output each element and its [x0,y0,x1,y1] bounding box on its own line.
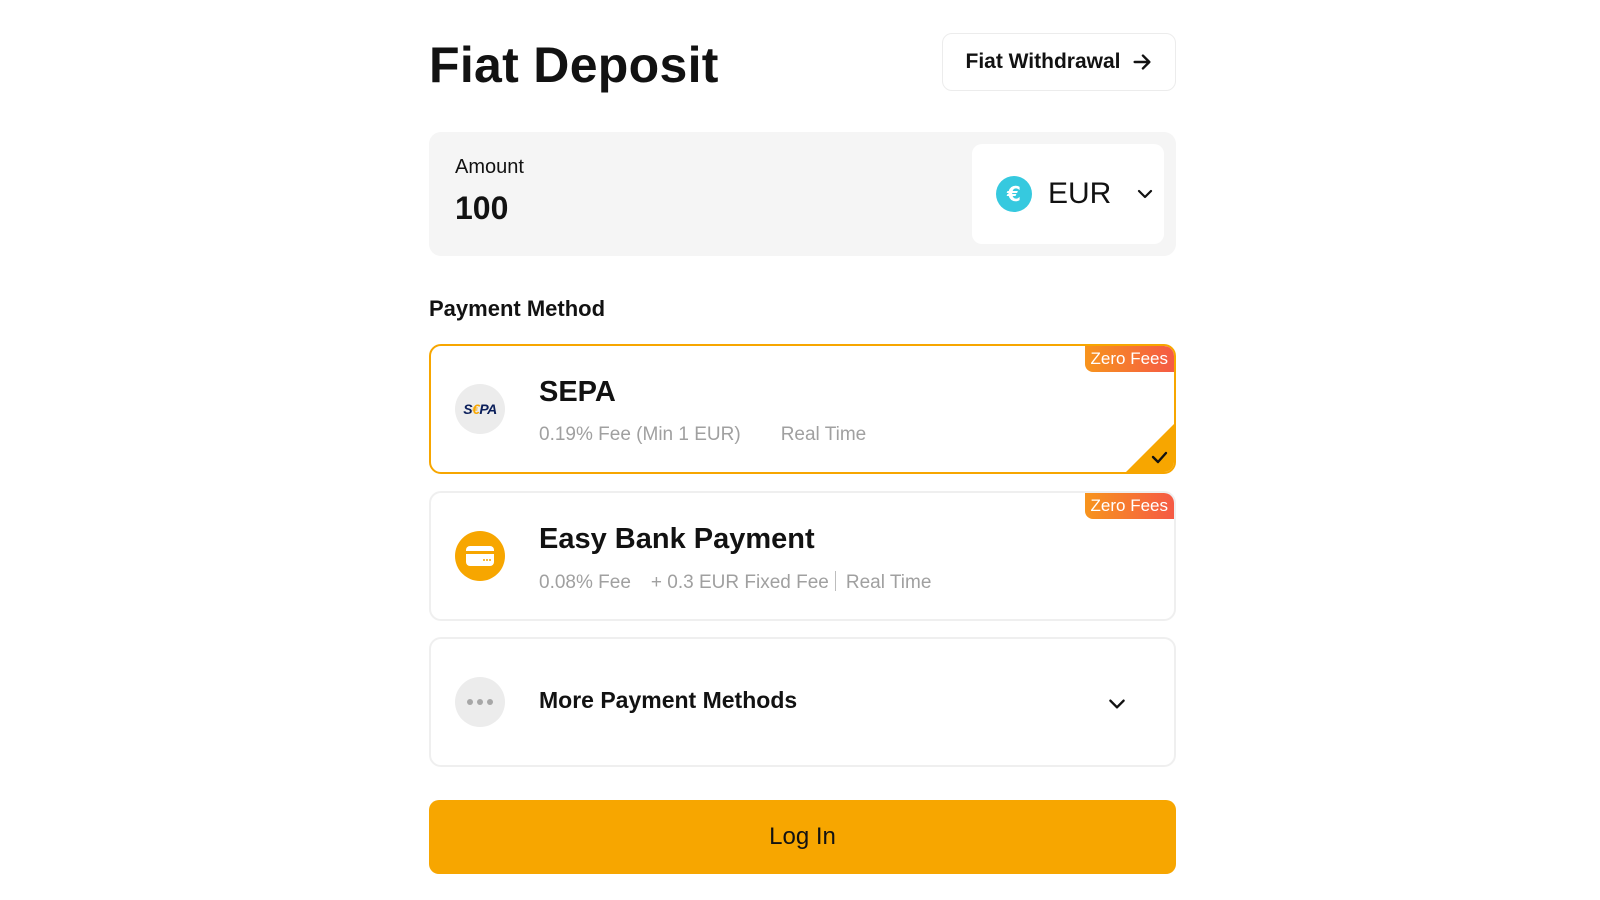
payment-option-easy-bank[interactable]: Easy Bank Payment 0.08% Fee + 0.3 EUR Fix… [429,491,1176,621]
payment-option-details: 0.19% Fee (Min 1 EUR) Real Time [539,424,866,446]
payment-option-sepa[interactable]: S€PA SEPA 0.19% Fee (Min 1 EUR) Real Time… [429,344,1176,474]
deposit-panel: Fiat Deposit Fiat Withdrawal Amount € EU… [429,0,1176,874]
amount-input[interactable] [455,190,915,227]
header: Fiat Deposit Fiat Withdrawal [429,0,1176,130]
fee-text: 0.19% Fee (Min 1 EUR) [539,424,741,445]
amount-label: Amount [455,156,524,178]
zero-fees-badge: Zero Fees [1084,346,1174,372]
sepa-logo-text: S€PA [463,401,497,417]
currency-select[interactable]: € EUR [972,144,1164,244]
page: Fiat Deposit Fiat Withdrawal Amount € EU… [0,0,1600,900]
ellipsis-icon [467,699,493,705]
speed-text: Real Time [780,424,867,445]
fiat-withdrawal-label: Fiat Withdrawal [965,50,1121,73]
divider [834,571,836,591]
fee-text: 0.08% Fee [539,572,631,593]
more-payment-methods[interactable]: More Payment Methods [429,637,1176,767]
payment-method-heading: Payment Method [429,296,606,321]
currency-code: EUR [1048,177,1112,210]
payment-option-title: Easy Bank Payment [539,523,815,555]
more-payment-methods-label: More Payment Methods [539,687,798,713]
payment-option-details: 0.08% Fee + 0.3 EUR Fixed Fee Real Time [539,571,931,594]
card-icon [466,546,494,566]
fixed-fee-text: + 0.3 EUR Fixed Fee [650,572,829,593]
sepa-logo: S€PA [455,384,505,434]
login-button[interactable]: Log In [429,800,1176,874]
chevron-down-icon [1138,189,1153,199]
more-dots-icon [455,677,505,727]
easy-bank-logo [455,531,505,581]
selected-check-icon [1126,424,1174,472]
page-title: Fiat Deposit [429,37,719,93]
arrow-right-icon [1132,54,1151,70]
amount-box: Amount € EUR [429,132,1176,256]
euro-icon: € [996,176,1032,212]
chevron-down-icon[interactable] [1106,693,1128,715]
speed-text: Real Time [845,572,932,593]
payment-option-title: SEPA [539,376,616,408]
bank-card-icon [455,531,505,581]
fiat-withdrawal-button[interactable]: Fiat Withdrawal [942,33,1176,91]
zero-fees-badge: Zero Fees [1084,493,1174,519]
